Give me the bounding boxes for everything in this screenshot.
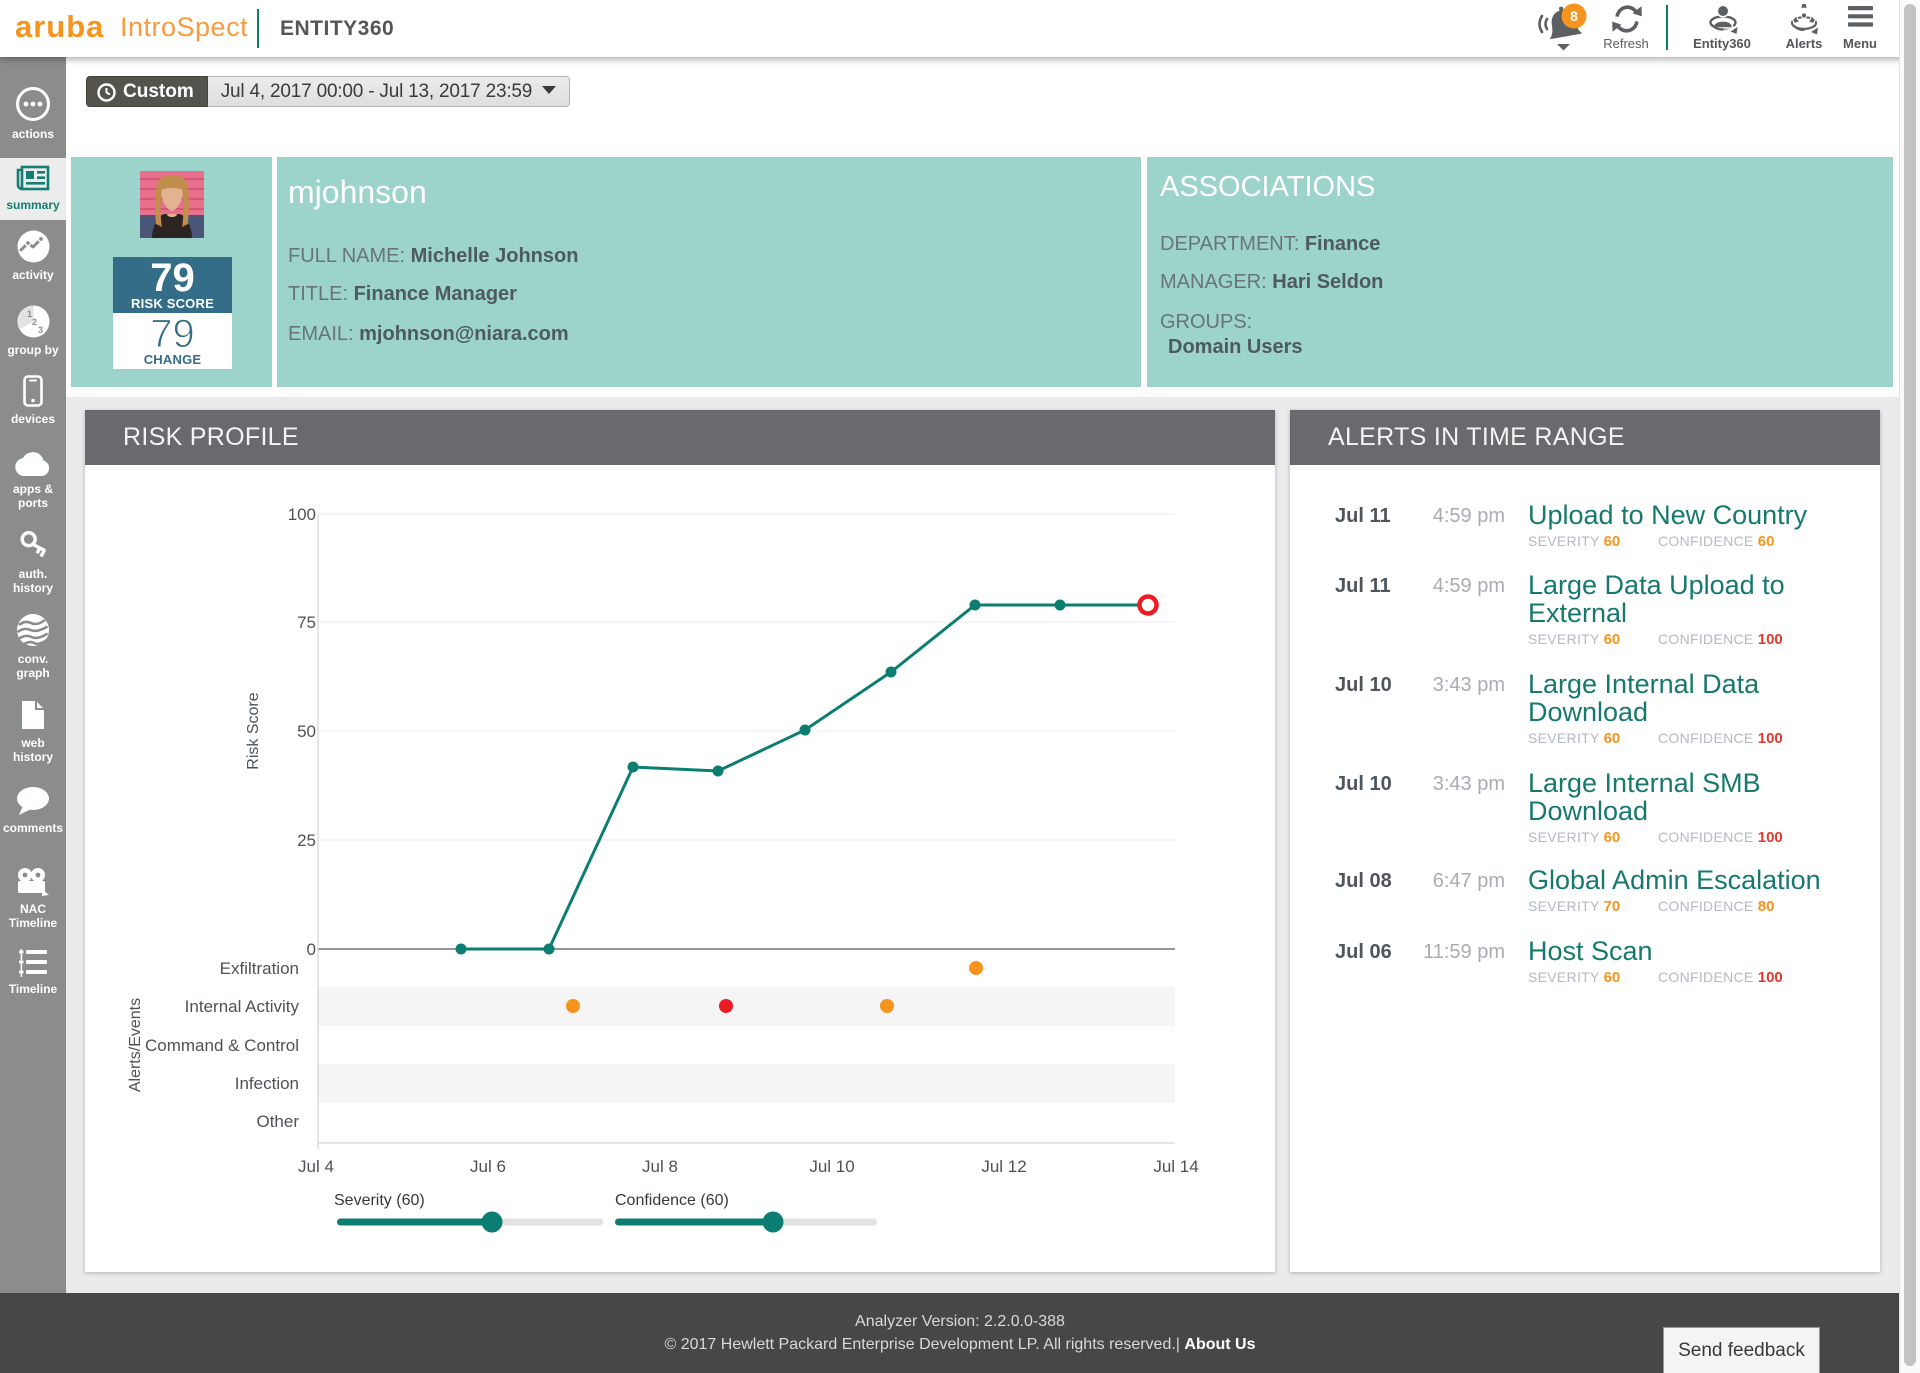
svg-text:Risk Score: Risk Score <box>245 692 262 769</box>
svg-text:Jul 12: Jul 12 <box>981 1157 1026 1176</box>
svg-text:Command & Control: Command & Control <box>145 1036 299 1055</box>
svg-text:Jul 6: Jul 6 <box>470 1157 506 1176</box>
svg-text:Alerts/Events: Alerts/Events <box>127 998 144 1092</box>
svg-text:Jul 10: Jul 10 <box>809 1157 854 1176</box>
svg-text:Internal Activity: Internal Activity <box>185 997 300 1016</box>
svg-text:Severity (60): Severity (60) <box>334 1192 425 1209</box>
svg-text:Jul 8: Jul 8 <box>642 1157 678 1176</box>
svg-text:25: 25 <box>297 831 316 850</box>
svg-text:100: 100 <box>288 505 316 524</box>
svg-text:Jul 14: Jul 14 <box>1153 1157 1198 1176</box>
svg-text:0: 0 <box>307 940 316 959</box>
svg-text:Infection: Infection <box>235 1074 299 1093</box>
svg-text:Exfiltration: Exfiltration <box>220 959 299 978</box>
svg-text:75: 75 <box>297 613 316 632</box>
svg-text:Jul 4: Jul 4 <box>298 1157 334 1176</box>
svg-text:3: 3 <box>38 325 43 335</box>
svg-text:Other: Other <box>256 1112 299 1131</box>
svg-text:2: 2 <box>32 317 37 327</box>
svg-text:8: 8 <box>1570 8 1578 24</box>
svg-text:Confidence (60): Confidence (60) <box>615 1192 729 1209</box>
svg-text:50: 50 <box>297 722 316 741</box>
